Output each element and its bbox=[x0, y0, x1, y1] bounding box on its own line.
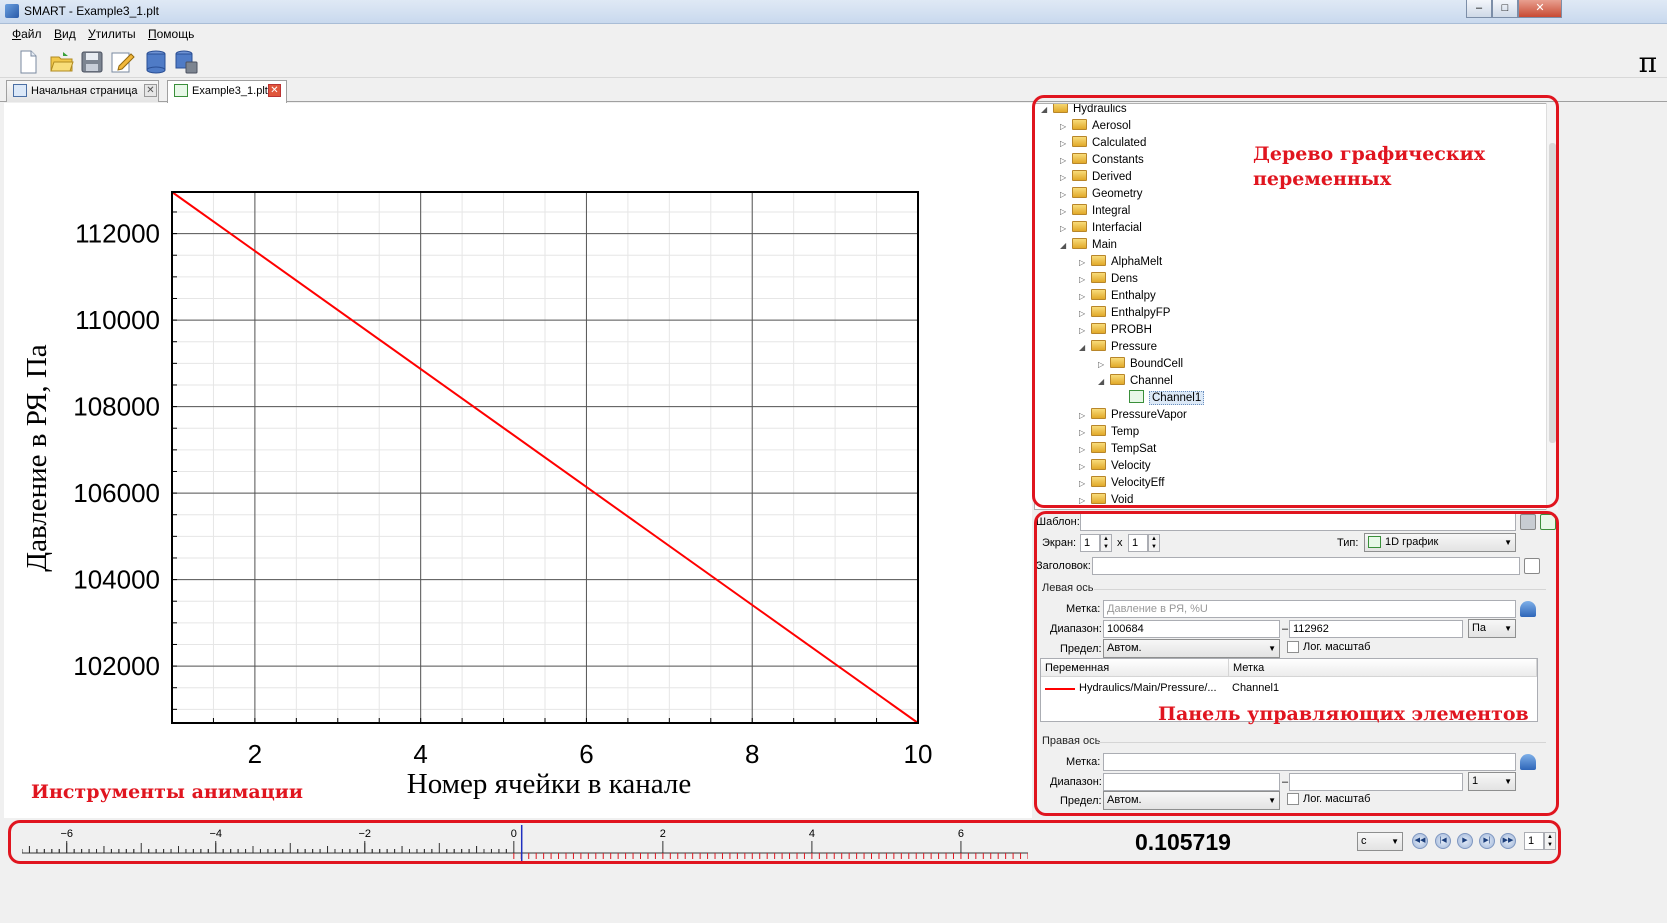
close-window-button[interactable]: ✕ bbox=[1518, 0, 1562, 18]
x-tick-label: 2 bbox=[248, 739, 262, 769]
y-tick-label: 112000 bbox=[75, 219, 160, 249]
start-page-icon bbox=[13, 84, 27, 97]
tab-label: Example3_1.plt bbox=[192, 85, 268, 97]
pi-button[interactable]: π bbox=[1639, 46, 1657, 79]
tab-label: Начальная страница bbox=[31, 85, 138, 97]
new-file-icon[interactable] bbox=[15, 49, 41, 75]
y-tick-label: 110000 bbox=[75, 305, 160, 335]
tree-annotation-line1: Дерево графических bbox=[1253, 143, 1486, 165]
plot-file-icon bbox=[174, 84, 188, 97]
menu-view[interactable]: Вид bbox=[54, 27, 76, 41]
tab-close-icon[interactable]: ✕ bbox=[268, 84, 281, 97]
animation-highlight-frame bbox=[8, 820, 1561, 864]
controls-annotation: Панель управляющих элементов bbox=[1158, 703, 1529, 725]
database-save-icon[interactable] bbox=[173, 49, 199, 75]
edit-icon[interactable] bbox=[109, 49, 135, 75]
menu-utilities[interactable]: Утилиты bbox=[88, 27, 136, 41]
open-folder-icon[interactable] bbox=[49, 49, 75, 75]
plot-area[interactable]: 2 4 6 8 10 102000 104000 106000 108000 110000 1120… bbox=[4, 103, 1032, 818]
minimize-button[interactable]: – bbox=[1466, 0, 1492, 18]
tab-close-icon[interactable]: ✕ bbox=[144, 84, 157, 97]
y-tick-label: 108000 bbox=[73, 392, 160, 422]
database-icon[interactable] bbox=[143, 49, 169, 75]
x-tick-label: 4 bbox=[413, 739, 427, 769]
title-bar: SMART - Example3_1.plt – □ ✕ bbox=[0, 0, 1667, 24]
controls-highlight-frame bbox=[1034, 511, 1559, 816]
x-tick-label: 10 bbox=[904, 739, 933, 769]
y-tick-label: 104000 bbox=[73, 565, 160, 595]
window-title: SMART - Example3_1.plt bbox=[24, 4, 159, 18]
tab-example3-1[interactable]: Example3_1.plt ✕ bbox=[167, 80, 287, 103]
menu-file[interactable]: Файл bbox=[12, 27, 42, 41]
toolbar: π bbox=[0, 44, 1667, 79]
x-axis-label: Номер ячейки в канале bbox=[407, 768, 692, 800]
x-tick-label: 6 bbox=[579, 739, 593, 769]
tree-annotation-line2: переменных bbox=[1253, 168, 1392, 190]
menu-help[interactable]: Помощь bbox=[148, 27, 194, 41]
x-tick-label: 8 bbox=[745, 739, 759, 769]
save-icon[interactable] bbox=[79, 49, 105, 75]
y-tick-label: 102000 bbox=[73, 651, 160, 681]
animation-annotation: Инструменты анимации bbox=[31, 781, 303, 803]
app-icon bbox=[5, 4, 19, 18]
y-axis-label: Давление в РЯ, Па bbox=[21, 344, 53, 571]
y-tick-label: 106000 bbox=[73, 478, 160, 508]
tab-start-page[interactable]: Начальная страница ✕ bbox=[6, 80, 159, 102]
menu-bar: Файл Вид Утилиты Помощь bbox=[0, 24, 1667, 44]
line-chart[interactable]: 2 4 6 8 10 102000 104000 106000 108000 110000 1120… bbox=[4, 103, 1032, 818]
maximize-button[interactable]: □ bbox=[1492, 0, 1518, 18]
